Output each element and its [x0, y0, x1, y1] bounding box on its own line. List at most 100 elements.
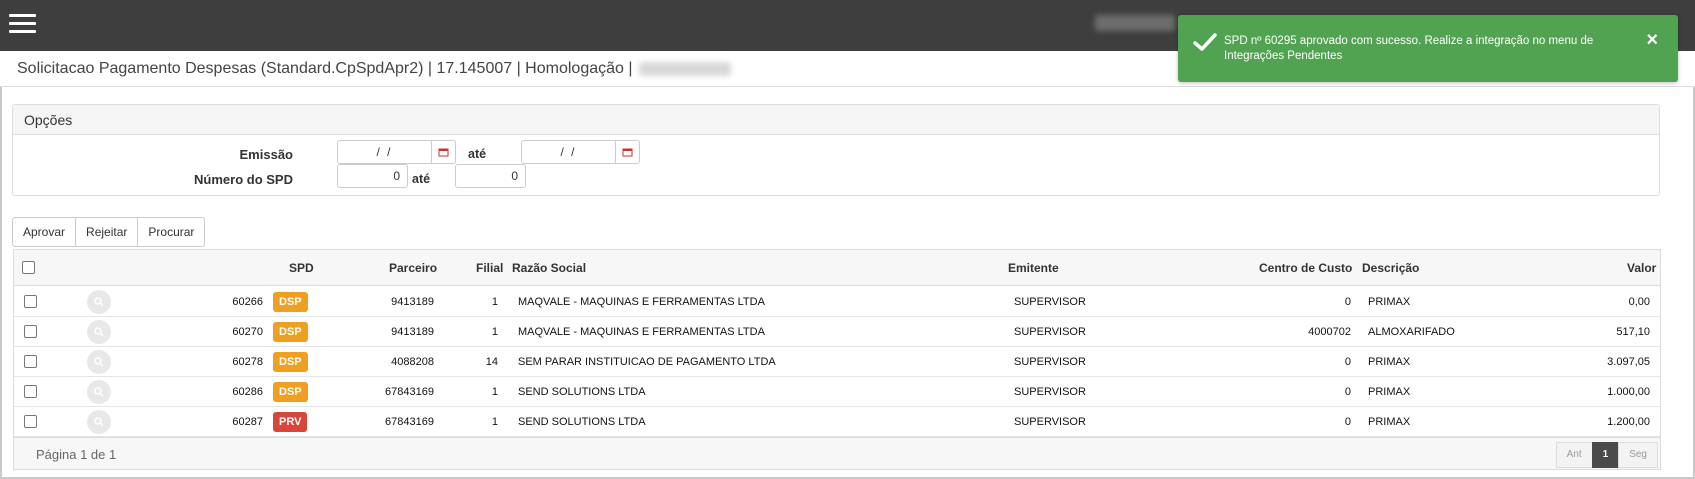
page-info: Página 1 de 1 — [36, 447, 117, 462]
header-centro-custo[interactable]: Centro de Custo — [1259, 261, 1352, 275]
options-title: Opções — [13, 105, 1659, 135]
cell-valor: 3.097,05 — [1607, 356, 1650, 368]
cell-valor: 1.000,00 — [1607, 386, 1650, 398]
aprovar-button[interactable]: Aprovar — [12, 217, 77, 247]
table-row[interactable]: 60266 9413189 1 MAQVALE - MAQUINAS E FERRAM… — [14, 287, 1660, 317]
view-details-icon[interactable] — [87, 380, 111, 404]
cell-spd: 60286 — [232, 386, 263, 398]
header-emitente[interactable]: Emitente — [1008, 261, 1059, 275]
success-toast: SPD nº 60295 aprovado com sucesso. Reali… — [1178, 15, 1678, 82]
cell-centro: 4000702 — [1308, 326, 1351, 338]
toast-message: SPD nº 60295 aprovado com sucesso. Reali… — [1224, 35, 1594, 62]
emissao-from-value: / / — [376, 145, 393, 159]
cell-parceiro: 9413189 — [391, 296, 434, 308]
numero-ate-label: até — [412, 172, 431, 186]
page-title: Solicitacao Pagamento Despesas (Standard… — [17, 60, 633, 77]
row-checkbox[interactable] — [24, 325, 37, 338]
cell-emitente: SUPERVISOR — [1014, 416, 1086, 428]
cell-centro: 0 — [1344, 416, 1351, 428]
cell-descricao: PRIMAX — [1368, 416, 1411, 428]
view-details-icon[interactable] — [87, 320, 111, 344]
table-row[interactable]: 60286 67843169 1 SEND SOLUTIONS LTDA SUPERVI… — [14, 377, 1660, 407]
row-checkbox[interactable] — [24, 385, 37, 398]
cell-descricao: PRIMAX — [1368, 296, 1411, 308]
cell-spd: 60266 — [232, 296, 263, 308]
type-badge: DSP — [273, 292, 308, 312]
numero-spd-label: Número do SPD — [194, 172, 293, 187]
cell-spd: 60278 — [232, 356, 263, 368]
cell-filial: 1 — [491, 326, 498, 338]
table-row[interactable]: 60287 67843169 1 SEND SOLUTIONS LTDA SUPERVI… — [14, 407, 1660, 437]
close-icon[interactable]: × — [1646, 29, 1658, 52]
rejeitar-button[interactable]: Rejeitar — [75, 217, 139, 247]
cell-centro: 0 — [1344, 296, 1351, 308]
user-info-blurred — [1095, 15, 1175, 31]
cell-razao: SEND SOLUTIONS LTDA — [518, 386, 646, 398]
cell-parceiro: 67843169 — [385, 386, 434, 398]
emissao-from-input[interactable]: / / — [337, 140, 456, 164]
type-badge: DSP — [273, 322, 308, 342]
type-badge: DSP — [273, 382, 308, 402]
cell-spd: 60287 — [232, 416, 263, 428]
type-badge: PRV — [273, 412, 308, 432]
cell-razao: SEM PARAR INSTITUICAO DE PAGAMENTO LTDA — [518, 356, 776, 368]
procurar-button[interactable]: Procurar — [137, 217, 206, 247]
numero-to-input[interactable]: 0 — [455, 164, 526, 188]
checkmark-icon — [1193, 33, 1217, 51]
cell-razao: SEND SOLUTIONS LTDA — [518, 416, 646, 428]
options-panel: Opções Emissão / / até / / Número do SPD… — [12, 104, 1660, 196]
cell-centro: 0 — [1344, 386, 1351, 398]
pagination: Ant 1 Seg — [1555, 442, 1658, 468]
cell-parceiro: 4088208 — [391, 356, 434, 368]
view-details-icon[interactable] — [87, 290, 111, 314]
header-spd[interactable]: SPD — [289, 261, 314, 275]
cell-filial: 1 — [491, 416, 498, 428]
cell-centro: 0 — [1344, 356, 1351, 368]
row-checkbox[interactable] — [24, 295, 37, 308]
spd-table: SPD Parceiro Filial Razão Social Emitent… — [13, 249, 1661, 470]
cell-valor: 0,00 — [1628, 296, 1650, 308]
prev-page-button[interactable]: Ant — [1555, 442, 1593, 468]
cell-emitente: SUPERVISOR — [1014, 296, 1086, 308]
cell-descricao: PRIMAX — [1368, 356, 1411, 368]
emissao-to-value: / / — [560, 145, 577, 159]
emissao-label: Emissão — [239, 147, 293, 162]
cell-descricao: PRIMAX — [1368, 386, 1411, 398]
cell-razao: MAQVALE - MAQUINAS E FERRAMENTAS LTDA — [518, 326, 765, 338]
page-1-button[interactable]: 1 — [1591, 442, 1620, 468]
calendar-icon[interactable] — [615, 141, 639, 163]
table-header: SPD Parceiro Filial Razão Social Emitent… — [14, 250, 1660, 286]
calendar-icon[interactable] — [431, 141, 455, 163]
select-all-checkbox[interactable] — [22, 261, 35, 274]
header-valor[interactable]: Valor — [1627, 261, 1656, 275]
table-footer: Página 1 de 1 Ant 1 Seg — [14, 437, 1660, 469]
cell-emitente: SUPERVISOR — [1014, 386, 1086, 398]
cell-descricao: ALMOXARIFADO — [1368, 326, 1455, 338]
cell-razao: MAQVALE - MAQUINAS E FERRAMENTAS LTDA — [518, 296, 765, 308]
header-filial[interactable]: Filial — [476, 261, 503, 275]
cell-filial: 1 — [491, 296, 498, 308]
row-checkbox[interactable] — [24, 415, 37, 428]
emissao-to-input[interactable]: / / — [521, 140, 640, 164]
cell-spd: 60270 — [232, 326, 263, 338]
cell-filial: 14 — [485, 356, 498, 368]
row-checkbox[interactable] — [24, 355, 37, 368]
environment-name-blurred — [638, 61, 731, 76]
type-badge: DSP — [273, 352, 308, 372]
cell-valor: 1.200,00 — [1607, 416, 1650, 428]
table-row[interactable]: 60278 4088208 14 SEM PARAR INSTITUICAO DE P… — [14, 347, 1660, 377]
cell-filial: 1 — [491, 386, 498, 398]
view-details-icon[interactable] — [87, 350, 111, 374]
hamburger-menu-icon[interactable] — [9, 14, 36, 34]
view-details-icon[interactable] — [87, 410, 111, 434]
next-page-button[interactable]: Seg — [1618, 442, 1658, 468]
cell-emitente: SUPERVISOR — [1014, 356, 1086, 368]
cell-valor: 517,10 — [1616, 326, 1650, 338]
header-parceiro[interactable]: Parceiro — [389, 261, 437, 275]
header-razao-social[interactable]: Razão Social — [512, 261, 586, 275]
numero-from-input[interactable]: 0 — [337, 164, 408, 188]
table-row[interactable]: 60270 9413189 1 MAQVALE - MAQUINAS E FERRAM… — [14, 317, 1660, 347]
action-toolbar: Aprovar Rejeitar Procurar — [12, 217, 206, 247]
header-descricao[interactable]: Descrição — [1362, 261, 1419, 275]
cell-emitente: SUPERVISOR — [1014, 326, 1086, 338]
